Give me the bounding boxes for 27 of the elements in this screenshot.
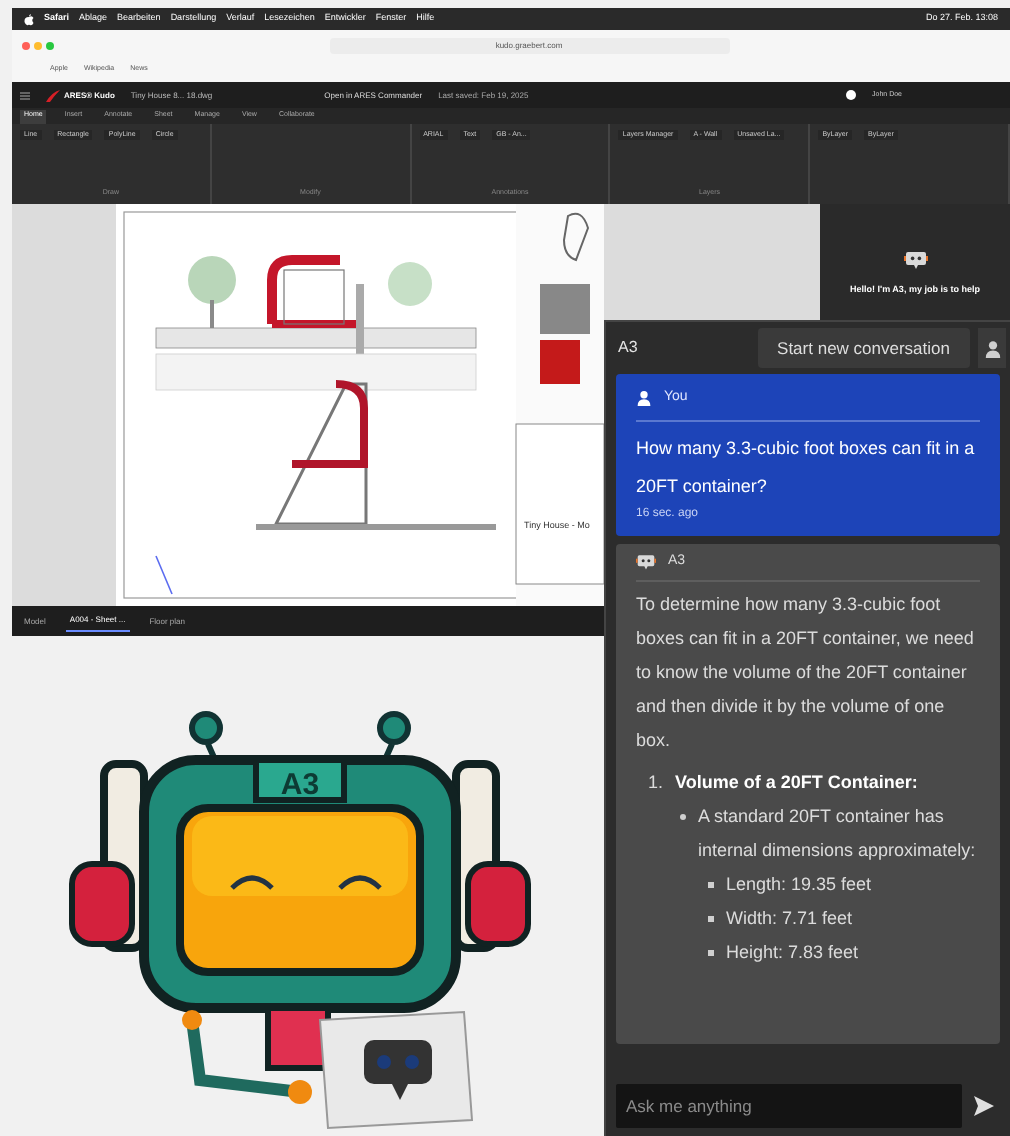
list-number: 1. (648, 770, 664, 796)
user-icon (983, 339, 1001, 357)
swoosh-logo-icon (46, 89, 60, 101)
answer-paragraph: To determine how many 3.3-cubic foot boxes can fit in a 20FT container, we need to know the volume of the 20FT container and then divide it by the volume of one box. (636, 592, 976, 754)
bullet-square-icon (708, 882, 714, 888)
robot-label: A3 (280, 768, 320, 802)
bullet-square-icon (708, 950, 714, 956)
answer-bullet-text: Height: 7.83 feet (726, 940, 859, 966)
send-icon (972, 1094, 996, 1118)
close-window-icon[interactable] (22, 41, 30, 49)
user-message-text: How many 3.3-cubic foot boxes can fit in a 20FT container? (636, 435, 977, 499)
new-conversation-button[interactable]: Start new conversation (757, 328, 970, 368)
chat-bot-icon (903, 248, 927, 272)
bullet-square-icon (708, 916, 714, 922)
zoom-window-icon[interactable] (46, 41, 54, 49)
apple-logo-icon (24, 13, 34, 25)
chat-bot-icon (636, 551, 656, 572)
answer-bullet-text: Width: 7.71 feet (726, 906, 853, 932)
menu-icon[interactable] (20, 91, 30, 99)
chat-title: A3 (618, 336, 638, 360)
answer-bullet-text: A standard 20FT container has internal dimensions approximately: (698, 804, 978, 864)
chat-input-field[interactable]: Ask me anything (616, 1084, 962, 1128)
list-heading: Volume of a 20FT Container: (675, 770, 918, 796)
user-icon (636, 390, 652, 407)
minimize-window-icon[interactable] (34, 41, 42, 49)
answer-bullet-text: Length: 19.35 feet (726, 872, 872, 898)
user-avatar-icon[interactable] (846, 90, 857, 100)
